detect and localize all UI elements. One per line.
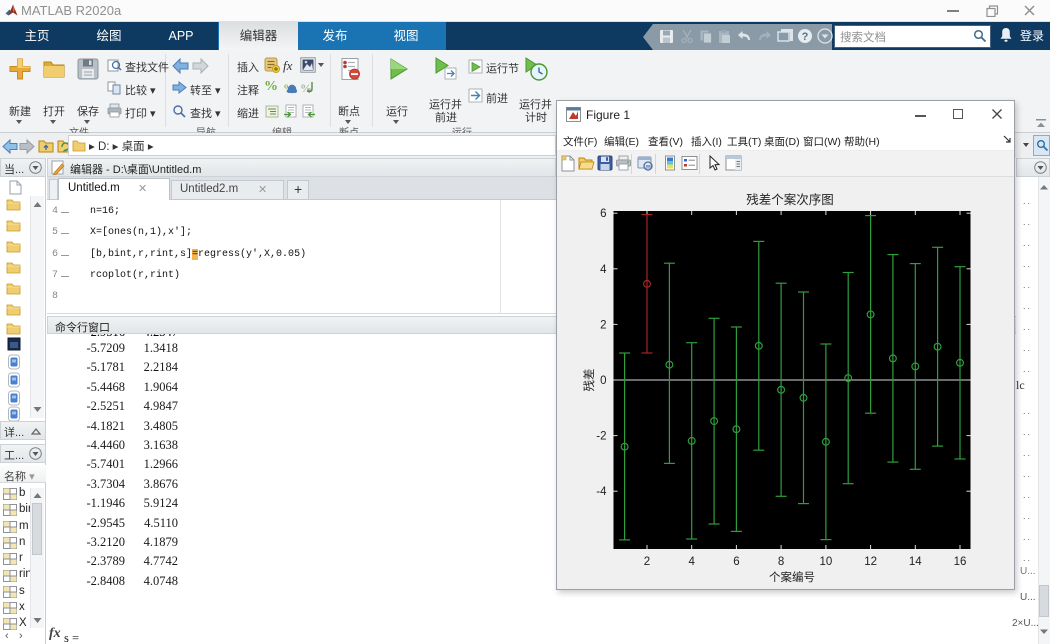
svg-text:%: % [300,81,312,95]
svg-text:?: ? [802,31,809,43]
svg-text:-4: -4 [596,486,607,498]
svg-text:个案编号: 个案编号 [769,570,815,584]
svg-text:12: 12 [864,556,877,568]
svg-text:8: 8 [778,556,784,568]
svg-text:残差个案次序图: 残差个案次序图 [746,192,834,207]
svg-text:6: 6 [600,208,606,220]
svg-text:16: 16 [954,556,967,568]
svg-text:4: 4 [600,264,607,276]
svg-text:14: 14 [909,556,922,568]
svg-text:2: 2 [600,319,606,331]
svg-text:-2: -2 [596,431,606,443]
svg-text:0: 0 [600,375,606,387]
svg-text:残差: 残差 [582,369,596,392]
svg-text:4: 4 [688,556,695,568]
svg-text:6: 6 [733,556,739,568]
svg-text:10: 10 [820,556,833,568]
svg-text:2: 2 [644,556,650,568]
